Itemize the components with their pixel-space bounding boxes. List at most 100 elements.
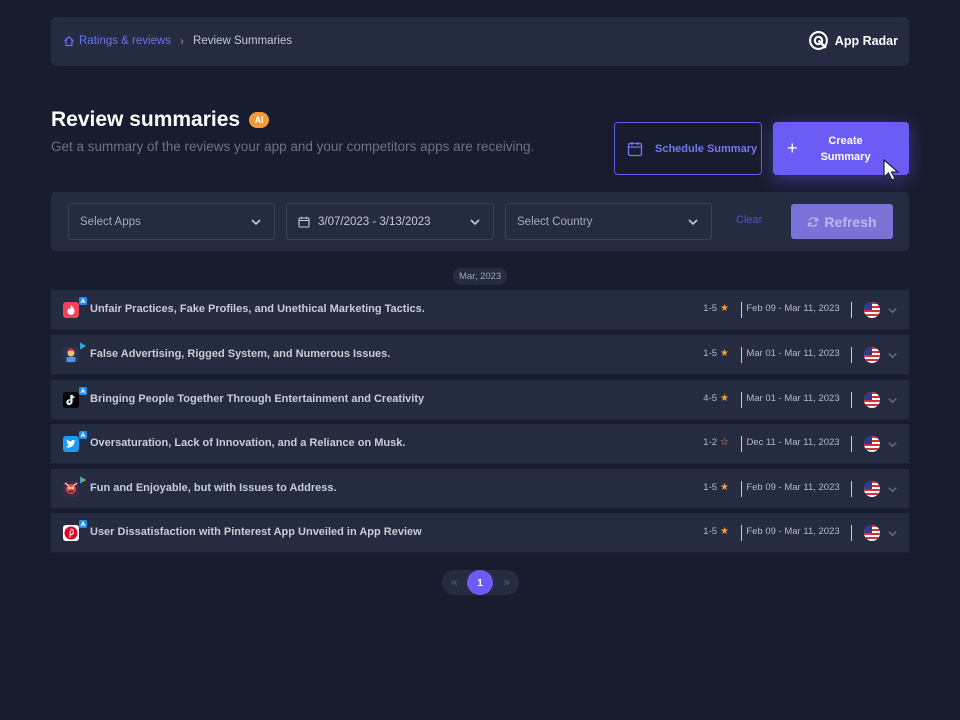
summary-title: False Advertising, Rigged System, and Nu… [90,348,391,360]
divider [851,392,852,408]
summary-row[interactable]: False Advertising, Rigged System, and Nu… [51,335,909,375]
divider [851,302,852,318]
rating-range: 4-5 ★ [703,393,729,404]
star-icon: ★ [720,393,729,404]
divider [851,481,852,497]
game-character-icon [63,481,79,497]
rating-value: 1-5 [703,482,718,493]
us-flag-icon [864,392,880,408]
breadcrumb-current: Review Summaries [193,35,293,47]
date-range: Dec 11 - Mar 11, 2023 [746,437,840,448]
summary-title: Oversaturation, Lack of Innovation, and … [90,437,406,449]
top-bar: Ratings & reviews › Review Summaries App… [51,17,909,66]
star-icon: ★ [720,348,729,359]
breadcrumb: Ratings & reviews › Review Summaries [63,34,292,48]
chevron-right-icon: › [180,34,185,48]
star-icon: ★ [720,303,729,314]
create-summary-line1: Create [828,134,863,147]
summary-title: Bringing People Together Through Enterta… [90,393,425,405]
schedule-summary-button[interactable]: Schedule Summary [614,122,762,175]
divider [741,392,742,408]
us-flag-icon [864,525,880,541]
tiktok-icon [63,392,79,408]
chevron-down-icon [688,219,698,226]
summary-title: Fun and Enjoyable, but with Issues to Ad… [90,482,337,494]
chevron-down-icon[interactable] [887,395,898,406]
summary-row[interactable]: Unfair Practices, Fake Profiles, and Une… [51,290,909,330]
brand-logo[interactable]: App Radar [808,30,898,51]
google-play-icon [80,342,86,350]
divider [741,436,742,452]
summary-row[interactable]: Fun and Enjoyable, but with Issues to Ad… [51,469,909,509]
app-store-icon [79,387,87,395]
divider [741,302,742,318]
date-range-value: 3/07/2023 - 3/13/2023 [318,215,431,228]
us-flag-icon [864,347,880,363]
month-label: Mar, 2023 [453,268,508,285]
pagination-page-1[interactable]: 1 [467,570,493,595]
divider [741,481,742,497]
date-range: Feb 09 - Mar 11, 2023 [746,482,840,493]
pagination-next[interactable]: » [503,575,510,589]
rating-value: 1-5 [703,526,718,537]
app-store-icon [79,520,87,528]
chevron-down-icon [470,219,480,226]
ai-badge: AI [249,112,270,128]
breadcrumb-ratings-link[interactable]: Ratings & reviews [63,35,171,47]
star-icon: ★ [720,526,729,537]
clear-filters-link[interactable]: Clear [736,214,762,226]
calendar-icon [298,216,310,228]
google-play-icon [80,476,86,484]
summary-title: Unfair Practices, Fake Profiles, and Une… [90,303,425,315]
rating-range: 1-5 ★ [703,303,729,314]
star-outline-icon: ☆ [720,437,729,448]
rating-range: 1-2 ☆ [703,437,729,448]
filters-bar: Select Apps 3/07/2023 - 3/13/2023 Select… [51,192,909,251]
create-summary-line2: Summary [820,150,871,163]
refresh-icon [808,216,819,227]
select-country-dropdown[interactable]: Select Country [505,203,712,240]
rating-range: 1-5 ★ [703,482,729,493]
refresh-button[interactable]: Refresh [791,204,893,239]
divider [741,525,742,541]
breadcrumb-ratings-label: Ratings & reviews [79,35,172,47]
refresh-label: Refresh [824,213,877,230]
chevron-down-icon [251,219,261,226]
rating-value: 1-5 [703,348,718,359]
app-radar-logo-icon [808,31,828,50]
date-range: Mar 01 - Mar 11, 2023 [746,348,840,359]
create-summary-label: Create Summary [816,133,876,165]
summary-title: User Dissatisfaction with Pinterest App … [90,526,422,538]
summary-row[interactable]: Bringing People Together Through Enterta… [51,380,909,420]
summary-row[interactable]: Oversaturation, Lack of Innovation, and … [51,424,909,464]
pinterest-icon [63,525,79,541]
divider [851,525,852,541]
divider [741,347,742,363]
summary-row[interactable]: User Dissatisfaction with Pinterest App … [51,513,909,553]
chevron-down-icon[interactable] [887,350,898,361]
pagination: « 1 » [442,570,519,595]
date-range: Feb 09 - Mar 11, 2023 [746,526,840,537]
date-range-picker[interactable]: 3/07/2023 - 3/13/2023 [286,203,494,240]
mouse-cursor-icon [883,159,900,181]
divider [851,347,852,363]
chevron-down-icon[interactable] [887,305,898,316]
chevron-down-icon[interactable] [887,439,898,450]
divider [851,436,852,452]
us-flag-icon [864,302,880,318]
home-icon [64,35,74,47]
star-icon: ★ [720,482,729,493]
chevron-down-icon[interactable] [887,528,898,539]
plus-icon: + [787,138,798,158]
app-store-icon [79,297,87,305]
us-flag-icon [864,436,880,452]
app-store-icon [79,431,87,439]
select-apps-dropdown[interactable]: Select Apps [68,203,275,240]
pagination-prev[interactable]: « [451,575,458,589]
date-range: Feb 09 - Mar 11, 2023 [746,303,840,314]
page-title-text: Review summaries [51,108,241,131]
calendar-icon [627,141,643,156]
rating-range: 1-5 ★ [703,348,729,359]
rating-value: 1-2 [703,437,718,448]
chevron-down-icon[interactable] [887,484,898,495]
